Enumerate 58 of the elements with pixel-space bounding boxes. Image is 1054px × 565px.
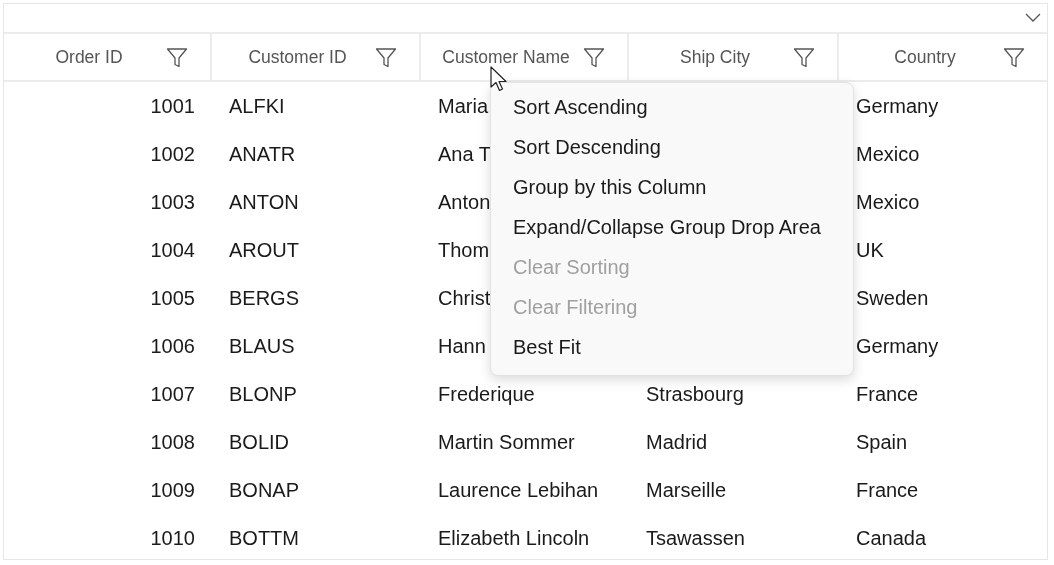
table-cell: 1002 <box>150 142 195 166</box>
table-cell: 1001 <box>150 94 195 118</box>
menu-item[interactable]: Group by this Column <box>491 167 853 207</box>
table-cell: 1006 <box>150 334 195 358</box>
menu-item[interactable]: Sort Descending <box>491 127 853 167</box>
table-cell: Anton <box>438 190 491 214</box>
table-cell: Strasbourg <box>646 382 744 406</box>
table-cell: Mexico <box>856 142 920 166</box>
table-cell: 1004 <box>150 238 195 262</box>
table-cell: 1010 <box>150 526 195 550</box>
table-cell: Elizabeth Lincoln <box>438 526 590 550</box>
table-cell: 1008 <box>150 430 195 454</box>
table-cell: BLONP <box>229 382 297 406</box>
table-cell: Frederique <box>438 382 535 406</box>
column-header[interactable]: Order ID <box>4 34 212 82</box>
table-cell: Laurence Lebihan <box>438 478 599 502</box>
table-cell: BOTTM <box>229 526 299 550</box>
table-cell: BLAUS <box>229 334 295 358</box>
table-cell: 1009 <box>150 478 195 502</box>
table-cell: 1005 <box>150 286 195 310</box>
table-cell: BERGS <box>229 286 300 310</box>
column-header[interactable]: Customer ID <box>212 34 421 82</box>
table-cell: Tsawassen <box>646 526 745 550</box>
filter-icon[interactable] <box>375 47 397 69</box>
table-cell: ANTON <box>229 190 299 214</box>
table-cell: Ana T <box>438 142 491 166</box>
table-cell: Thom <box>438 238 490 262</box>
column-header[interactable]: Country <box>839 34 1047 82</box>
table-cell: Hann <box>438 334 486 358</box>
table-cell: France <box>856 478 919 502</box>
table-cell: ANATR <box>229 142 296 166</box>
filter-icon[interactable] <box>1003 47 1025 69</box>
table-cell: ALFKI <box>229 94 285 118</box>
table-cell: Martin Sommer <box>438 430 575 454</box>
table-cell: France <box>856 382 919 406</box>
filter-icon[interactable] <box>583 47 605 69</box>
table-cell: Mexico <box>856 190 920 214</box>
table-cell: UK <box>856 238 884 262</box>
table-cell: Canada <box>856 526 927 550</box>
menu-item[interactable]: Sort Ascending <box>491 87 853 127</box>
table-cell: Maria <box>438 94 488 118</box>
table-cell: 1003 <box>150 190 195 214</box>
table-cell: Spain <box>856 430 908 454</box>
table-cell: Sweden <box>856 286 929 310</box>
table-cell: Germany <box>856 94 939 118</box>
filter-icon[interactable] <box>166 47 188 69</box>
menu-item[interactable]: Expand/Collapse Group Drop Area <box>491 207 853 247</box>
table-cell: 1007 <box>150 382 195 406</box>
table-cell: AROUT <box>229 238 299 262</box>
table-cell: Germany <box>856 334 939 358</box>
table-cell: Christ <box>438 286 491 310</box>
chevron-down-icon[interactable] <box>1025 13 1041 23</box>
filter-icon[interactable] <box>793 47 815 69</box>
menu-item[interactable]: Best Fit <box>491 327 853 367</box>
table-cell: Marseille <box>646 478 727 502</box>
table-cell: Madrid <box>646 430 708 454</box>
table-cell: BONAP <box>229 478 300 502</box>
table-cell: BOLID <box>229 430 290 454</box>
